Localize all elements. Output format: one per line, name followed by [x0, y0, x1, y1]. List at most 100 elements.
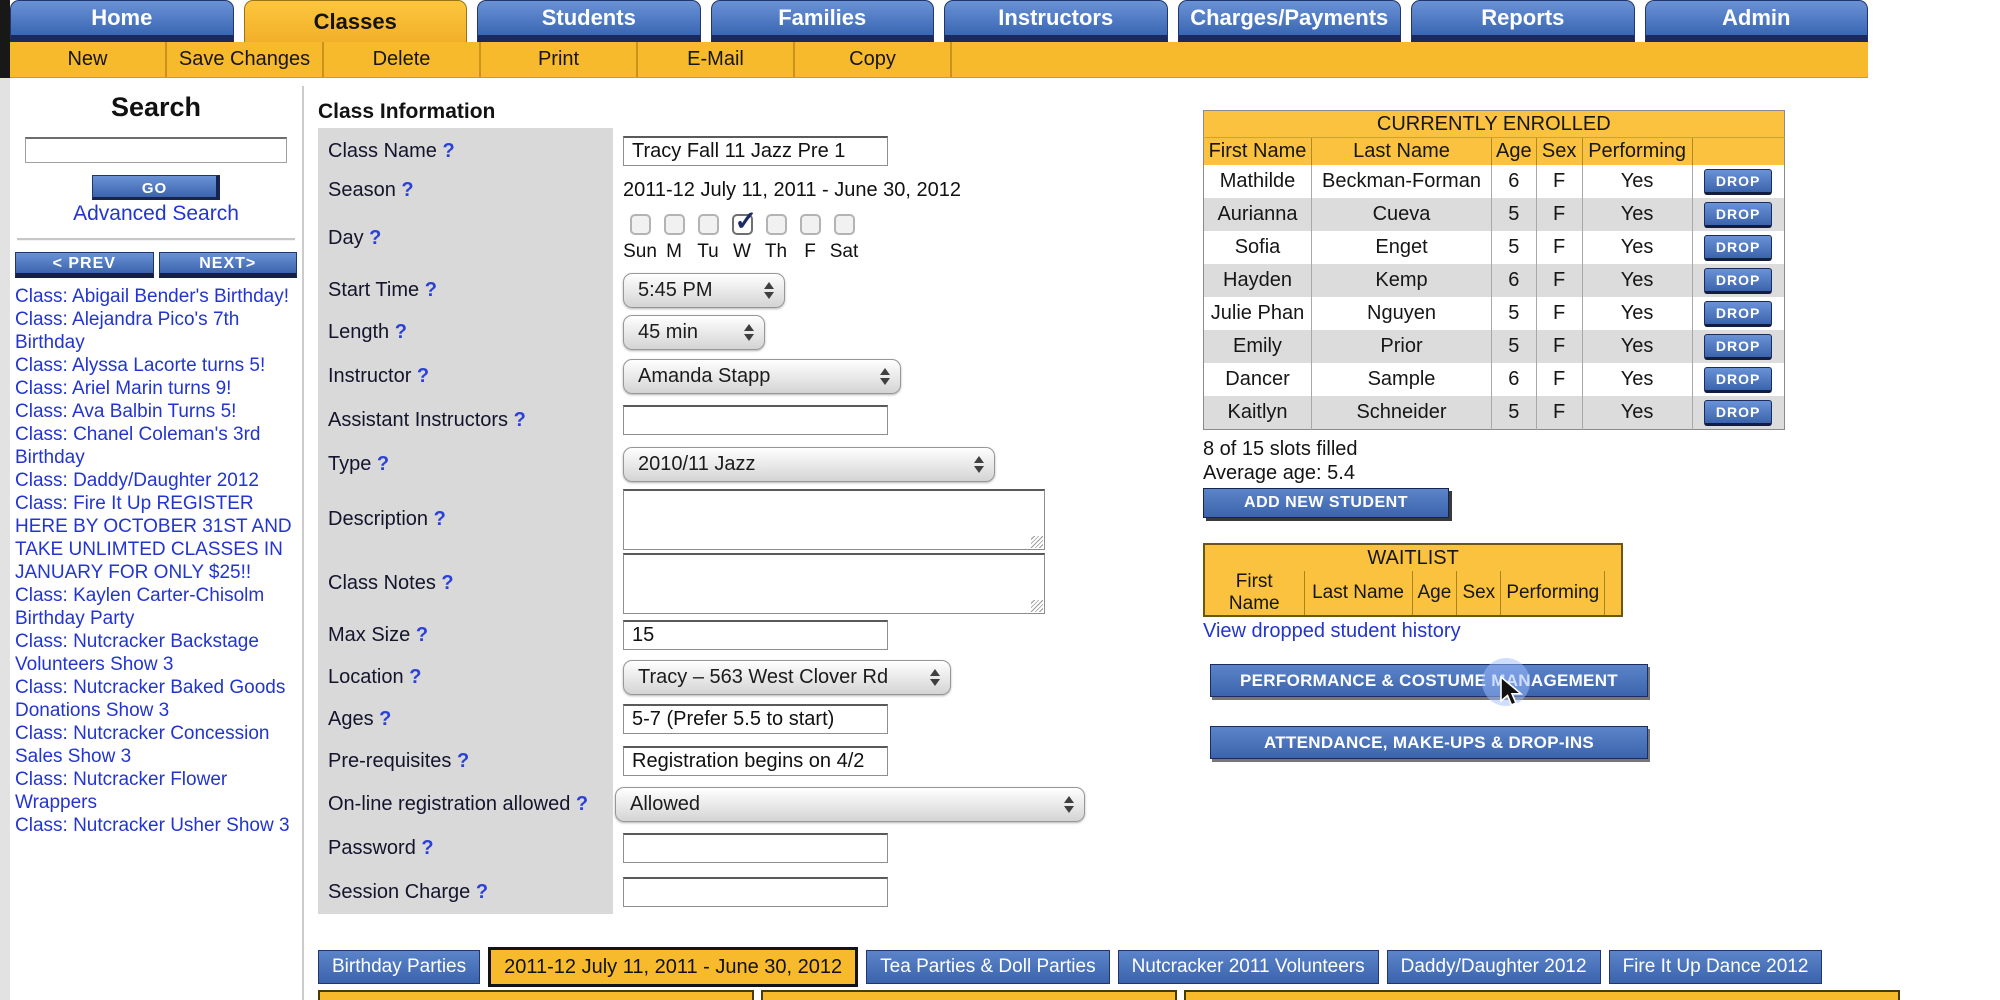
instructor-select[interactable]: Amanda Stapp: [623, 359, 901, 394]
toolbar-delete[interactable]: Delete: [324, 42, 481, 77]
help-icon[interactable]: ?: [442, 140, 454, 162]
drop-button[interactable]: DROP: [1704, 334, 1772, 360]
sidebar-class-link[interactable]: Class: Nutcracker Backstage Volunteers S…: [15, 630, 297, 676]
sidebar-class-link[interactable]: Class: Daddy/Daughter 2012: [15, 469, 297, 492]
help-icon[interactable]: ?: [421, 837, 433, 859]
search-input[interactable]: [25, 137, 287, 163]
help-icon[interactable]: ?: [377, 453, 389, 475]
help-icon[interactable]: ?: [395, 321, 407, 343]
sidebar-class-link[interactable]: Class: Fire It Up REGISTER HERE BY OCTOB…: [15, 492, 297, 584]
day-checkbox-sun[interactable]: [630, 214, 651, 235]
help-icon[interactable]: ?: [369, 227, 381, 249]
location-select[interactable]: Tracy – 563 West Clover Rd: [623, 660, 951, 695]
help-icon[interactable]: ?: [409, 666, 421, 688]
add-new-student-button[interactable]: ADD NEW STUDENT: [1203, 488, 1449, 518]
toolbar-e-mail[interactable]: E-Mail: [638, 42, 795, 77]
student-first-name-link[interactable]: Hayden: [1204, 264, 1312, 297]
student-first-name-link[interactable]: Dancer: [1204, 363, 1312, 396]
nav-tab-home[interactable]: Home: [10, 0, 234, 42]
drop-button[interactable]: DROP: [1704, 169, 1772, 195]
sidebar-class-link[interactable]: Class: Kaylen Carter-Chisolm Birthday Pa…: [15, 584, 297, 630]
class-notes-textarea[interactable]: [623, 553, 1045, 614]
drop-button[interactable]: DROP: [1704, 202, 1772, 228]
help-icon[interactable]: ?: [425, 279, 437, 301]
online-registration-select[interactable]: Allowed: [615, 787, 1085, 822]
drop-button[interactable]: DROP: [1704, 301, 1772, 327]
drop-button[interactable]: DROP: [1704, 367, 1772, 393]
attendance-makeups-button[interactable]: ATTENDANCE, MAKE-UPS & DROP-INS: [1210, 726, 1648, 759]
help-icon[interactable]: ?: [514, 409, 526, 431]
nav-tab-classes[interactable]: Classes: [244, 0, 468, 42]
advanced-search-link[interactable]: Advanced Search: [15, 202, 297, 226]
sidebar-class-link[interactable]: Class: Nutcracker Baked Goods Donations …: [15, 676, 297, 722]
student-first-name-link[interactable]: Mathilde: [1204, 165, 1312, 198]
length-select[interactable]: 45 min: [623, 315, 765, 350]
toolbar-save-changes[interactable]: Save Changes: [167, 42, 324, 77]
performance-costume-button[interactable]: PERFORMANCE & COSTUME MANAGEMENT: [1210, 664, 1648, 697]
bottom-tab-tea-parties-doll-parties[interactable]: Tea Parties & Doll Parties: [866, 950, 1109, 984]
view-dropped-history-link[interactable]: View dropped student history: [1203, 620, 1461, 643]
help-icon[interactable]: ?: [379, 708, 391, 730]
sidebar-class-link[interactable]: Class: Alyssa Lacorte turns 5!: [15, 354, 297, 377]
class-name-input[interactable]: [623, 136, 888, 166]
bottom-partial-tab[interactable]: [318, 990, 754, 1000]
help-icon[interactable]: ?: [457, 750, 469, 772]
toolbar-print[interactable]: Print: [481, 42, 638, 77]
help-icon[interactable]: ?: [476, 881, 488, 903]
description-textarea[interactable]: [623, 489, 1045, 550]
go-button[interactable]: GO: [92, 175, 220, 200]
help-icon[interactable]: ?: [417, 365, 429, 387]
bottom-tab-nutcracker-2011-volunteers[interactable]: Nutcracker 2011 Volunteers: [1118, 950, 1379, 984]
day-checkbox-tu[interactable]: [698, 214, 719, 235]
prev-button[interactable]: < PREV: [15, 252, 154, 278]
help-icon[interactable]: ?: [441, 572, 453, 594]
help-icon[interactable]: ?: [434, 508, 446, 530]
nav-tab-charges-payments[interactable]: Charges/Payments: [1178, 0, 1402, 42]
sidebar-class-link[interactable]: Class: Nutcracker Concession Sales Show …: [15, 722, 297, 768]
bottom-tab-birthday-parties[interactable]: Birthday Parties: [318, 950, 480, 984]
toolbar-new[interactable]: New: [10, 42, 167, 77]
sidebar-class-link[interactable]: Class: Ariel Marin turns 9!: [15, 377, 297, 400]
sidebar-class-link[interactable]: Class: Alejandra Pico's 7th Birthday: [15, 308, 297, 354]
nav-tab-instructors[interactable]: Instructors: [944, 0, 1168, 42]
student-first-name-link[interactable]: Kaitlyn: [1204, 396, 1312, 430]
password-input[interactable]: [623, 833, 888, 863]
student-first-name-link[interactable]: Aurianna: [1204, 198, 1312, 231]
help-icon[interactable]: ?: [416, 624, 428, 646]
bottom-tab-daddy-daughter-2012[interactable]: Daddy/Daughter 2012: [1387, 950, 1601, 984]
help-icon[interactable]: ?: [576, 793, 588, 815]
sidebar-class-link[interactable]: Class: Abigail Bender's Birthday!: [15, 285, 297, 308]
prerequisites-input[interactable]: [623, 746, 888, 776]
type-select[interactable]: 2010/11 Jazz: [623, 447, 995, 482]
next-button[interactable]: NEXT>: [159, 252, 298, 278]
student-first-name-link[interactable]: Sofia: [1204, 231, 1312, 264]
bottom-partial-tab[interactable]: [761, 990, 1177, 1000]
bottom-tab-2011-12-july-11-2011-june-30-2012[interactable]: 2011-12 July 11, 2011 - June 30, 2012: [488, 947, 858, 987]
student-first-name-link[interactable]: Emily: [1204, 330, 1312, 363]
day-checkbox-sat[interactable]: [834, 214, 855, 235]
day-checkbox-f[interactable]: [800, 214, 821, 235]
drop-button[interactable]: DROP: [1704, 268, 1772, 294]
sidebar-class-link[interactable]: Class: Chanel Coleman's 3rd Birthday: [15, 423, 297, 469]
nav-tab-reports[interactable]: Reports: [1411, 0, 1635, 42]
bottom-tab-fire-it-up-dance-2012[interactable]: Fire It Up Dance 2012: [1609, 950, 1823, 984]
nav-tab-students[interactable]: Students: [477, 0, 701, 42]
day-checkbox-th[interactable]: [766, 214, 787, 235]
student-first-name-link[interactable]: Julie Phan: [1204, 297, 1312, 330]
sidebar-class-link[interactable]: Class: Nutcracker Usher Show 3: [15, 814, 297, 837]
bottom-partial-tab[interactable]: [1184, 990, 1900, 1000]
nav-tab-families[interactable]: Families: [711, 0, 935, 42]
help-icon[interactable]: ?: [401, 179, 413, 201]
ages-input[interactable]: [623, 704, 888, 734]
toolbar-copy[interactable]: Copy: [795, 42, 952, 77]
sidebar-class-link[interactable]: Class: Nutcracker Flower Wrappers: [15, 768, 297, 814]
day-checkbox-w[interactable]: [732, 214, 753, 235]
nav-tab-admin[interactable]: Admin: [1645, 0, 1869, 42]
session-charge-input[interactable]: [623, 877, 888, 907]
sidebar-class-link[interactable]: Class: Ava Balbin Turns 5!: [15, 400, 297, 423]
drop-button[interactable]: DROP: [1704, 400, 1772, 426]
day-checkbox-m[interactable]: [664, 214, 685, 235]
start-time-select[interactable]: 5:45 PM: [623, 273, 785, 308]
max-size-input[interactable]: [623, 620, 888, 650]
assistant-instructors-input[interactable]: [623, 405, 888, 435]
